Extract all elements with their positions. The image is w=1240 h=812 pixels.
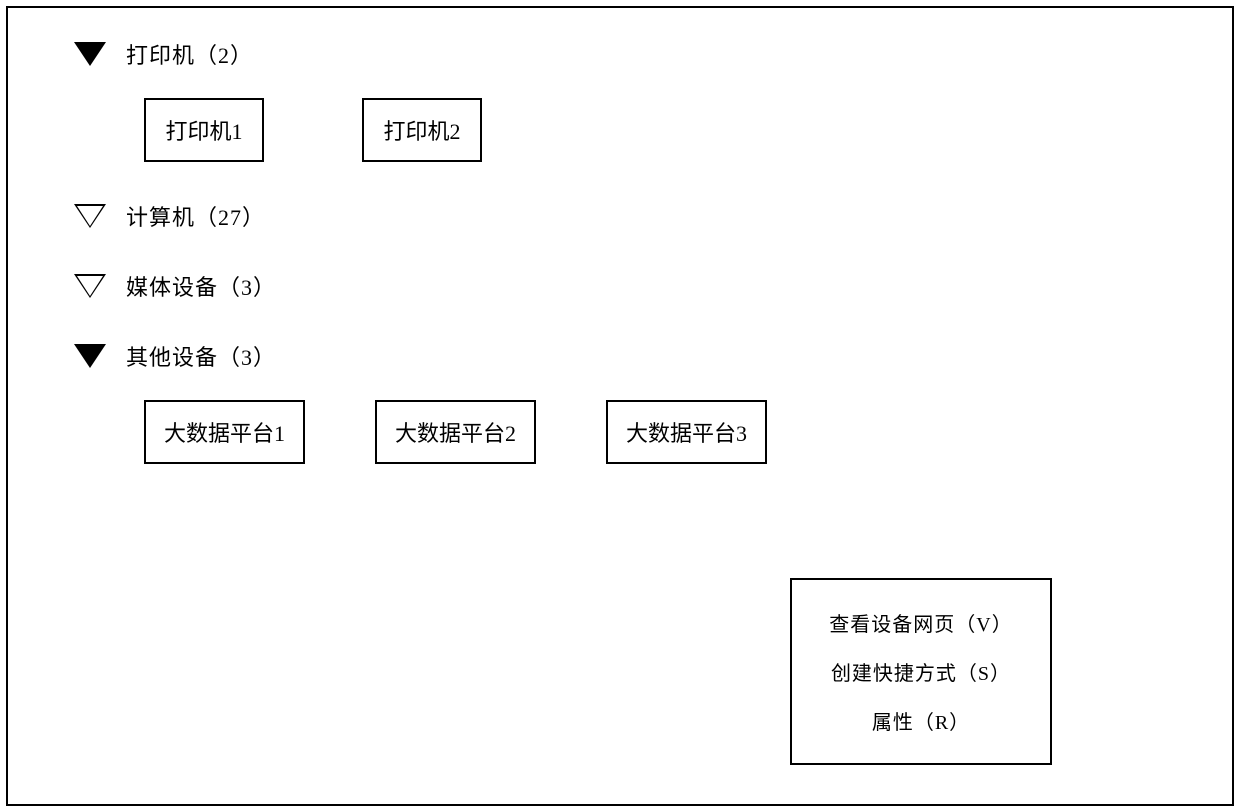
category-label: 打印机（2） [126,38,253,70]
collapse-icon [74,204,106,228]
category-header-other[interactable]: 其他设备（3） [58,340,1182,372]
category-header-printers[interactable]: 打印机（2） [58,38,1182,70]
collapse-icon [74,274,106,298]
category-header-media[interactable]: 媒体设备（3） [58,270,1182,302]
menu-view-device-page[interactable]: 查看设备网页（V） [804,598,1038,647]
category-label: 其他设备（3） [126,340,276,372]
menu-create-shortcut[interactable]: 创建快捷方式（S） [804,647,1038,696]
device-bigdata-2[interactable]: 大数据平台2 [375,400,536,464]
device-printer-2[interactable]: 打印机2 [362,98,482,162]
device-printer-1[interactable]: 打印机1 [144,98,264,162]
category-label: 计算机（27） [126,200,265,232]
category-other: 其他设备（3） 大数据平台1 大数据平台2 大数据平台3 [58,340,1182,464]
device-bigdata-1[interactable]: 大数据平台1 [144,400,305,464]
device-panel: 打印机（2） 打印机1 打印机2 计算机（27） 媒体设备（3） 其他设备（3）… [6,6,1234,806]
device-bigdata-3[interactable]: 大数据平台3 [606,400,767,464]
items-row-other: 大数据平台1 大数据平台2 大数据平台3 [144,400,1182,464]
menu-properties[interactable]: 属性（R） [804,696,1038,745]
expand-icon [74,344,106,368]
category-label: 媒体设备（3） [126,270,276,302]
category-media: 媒体设备（3） [58,270,1182,302]
category-header-computers[interactable]: 计算机（27） [58,200,1182,232]
items-row-printers: 打印机1 打印机2 [144,98,1182,162]
expand-icon [74,42,106,66]
category-printers: 打印机（2） 打印机1 打印机2 [58,38,1182,162]
context-menu: 查看设备网页（V） 创建快捷方式（S） 属性（R） [790,578,1052,765]
category-computers: 计算机（27） [58,200,1182,232]
